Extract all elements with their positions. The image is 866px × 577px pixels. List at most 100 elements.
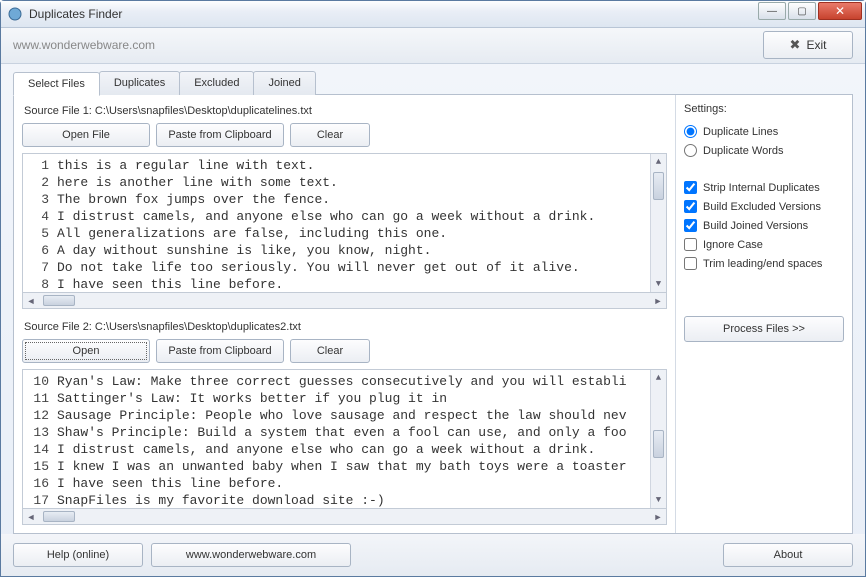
about-button[interactable]: About [723, 543, 853, 567]
footer: Help (online) www.wonderwebware.com Abou… [1, 534, 865, 576]
source2-textarea[interactable]: 10Ryan's Law: Make three correct guesses… [22, 369, 667, 509]
check-strip-internal[interactable]: Strip Internal Duplicates [684, 181, 844, 194]
app-icon [7, 6, 23, 22]
line-number: 12 [27, 408, 57, 425]
exit-label: Exit [806, 38, 826, 52]
source1-open-button[interactable]: Open File [22, 123, 150, 147]
radio-duplicate-lines[interactable]: Duplicate Lines [684, 125, 844, 138]
check-label: Ignore Case [703, 239, 763, 251]
check-label: Build Joined Versions [703, 220, 808, 232]
window-title: Duplicates Finder [29, 7, 122, 21]
tabstrip: Select Files Duplicates Excluded Joined [1, 64, 865, 94]
source-line[interactable]: 6A day without sunshine is like, you kno… [27, 243, 666, 260]
source2-clear-button[interactable]: Clear [290, 339, 370, 363]
tab-excluded[interactable]: Excluded [179, 71, 254, 95]
minimize-button[interactable]: — [758, 2, 786, 20]
source-line[interactable]: 16I have seen this line before. [27, 476, 666, 493]
source2-hscroll[interactable]: ◄ ► [22, 509, 667, 525]
source2-vscroll[interactable]: ▲ ▼ [650, 370, 666, 508]
tab-duplicates[interactable]: Duplicates [99, 71, 180, 95]
check-build-joined[interactable]: Build Joined Versions [684, 219, 844, 232]
maximize-button[interactable]: ▢ [788, 2, 816, 20]
scroll-right-icon[interactable]: ► [650, 293, 666, 308]
process-files-button[interactable]: Process Files >> [684, 316, 844, 342]
check-build-excluded[interactable]: Build Excluded Versions [684, 200, 844, 213]
source-line[interactable]: 12Sausage Principle: People who love sau… [27, 408, 666, 425]
source-line[interactable]: 2here is another line with some text. [27, 175, 666, 192]
source2-label: Source File 2: C:\Users\snapfiles\Deskto… [24, 321, 667, 333]
close-icon: ✖ [790, 37, 801, 53]
line-number: 6 [27, 243, 57, 260]
line-text: Do not take life too seriously. You will… [57, 260, 666, 277]
close-button[interactable]: ✕ [818, 2, 862, 20]
line-number: 7 [27, 260, 57, 277]
source1-clear-button[interactable]: Clear [290, 123, 370, 147]
scroll-up-icon[interactable]: ▲ [651, 370, 666, 386]
settings-heading: Settings: [684, 103, 844, 115]
source-line[interactable]: 15I knew I was an unwanted baby when I s… [27, 459, 666, 476]
check-label: Strip Internal Duplicates [703, 182, 820, 194]
line-text: The brown fox jumps over the fence. [57, 192, 666, 209]
source-line[interactable]: 14I distrust camels, and anyone else who… [27, 442, 666, 459]
line-text: here is another line with some text. [57, 175, 666, 192]
website-button[interactable]: www.wonderwebware.com [151, 543, 351, 567]
line-number: 4 [27, 209, 57, 226]
source-line[interactable]: 4I distrust camels, and anyone else who … [27, 209, 666, 226]
exit-button[interactable]: ✖ Exit [763, 31, 853, 59]
scroll-left-icon[interactable]: ◄ [23, 509, 39, 524]
source2-paste-button[interactable]: Paste from Clipboard [156, 339, 284, 363]
line-text: All generalizations are false, including… [57, 226, 666, 243]
source-line[interactable]: 8I have seen this line before. [27, 277, 666, 293]
tab-joined[interactable]: Joined [253, 71, 315, 95]
source-line[interactable]: 17SnapFiles is my favorite download site… [27, 493, 666, 509]
source1-hscroll[interactable]: ◄ ► [22, 293, 667, 309]
scroll-thumb[interactable] [653, 430, 664, 458]
line-number: 3 [27, 192, 57, 209]
source1-textarea[interactable]: 1this is a regular line with text.2here … [22, 153, 667, 293]
line-text: I distrust camels, and anyone else who c… [57, 442, 666, 459]
line-number: 13 [27, 425, 57, 442]
source-line[interactable]: 5All generalizations are false, includin… [27, 226, 666, 243]
scroll-thumb[interactable] [653, 172, 664, 200]
scroll-left-icon[interactable]: ◄ [23, 293, 39, 308]
scroll-thumb[interactable] [43, 295, 75, 306]
scroll-right-icon[interactable]: ► [650, 509, 666, 524]
source1-paste-button[interactable]: Paste from Clipboard [156, 123, 284, 147]
line-text: Ryan's Law: Make three correct guesses c… [57, 374, 666, 391]
help-button[interactable]: Help (online) [13, 543, 143, 567]
check-label: Trim leading/end spaces [703, 258, 822, 270]
line-text: Sattinger's Law: It works better if you … [57, 391, 666, 408]
check-ignore-case[interactable]: Ignore Case [684, 238, 844, 251]
scroll-thumb[interactable] [43, 511, 75, 522]
scroll-down-icon[interactable]: ▼ [651, 492, 666, 508]
radio-duplicate-words[interactable]: Duplicate Words [684, 144, 844, 157]
tab-select-files[interactable]: Select Files [13, 72, 100, 96]
source-line[interactable]: 13Shaw's Principle: Build a system that … [27, 425, 666, 442]
source-line[interactable]: 3The brown fox jumps over the fence. [27, 192, 666, 209]
radio-label: Duplicate Words [703, 145, 784, 157]
source-line[interactable]: 10Ryan's Law: Make three correct guesses… [27, 374, 666, 391]
titlebar: Duplicates Finder — ▢ ✕ [1, 1, 865, 28]
line-number: 15 [27, 459, 57, 476]
source1-label: Source File 1: C:\Users\snapfiles\Deskto… [24, 105, 667, 117]
line-number: 5 [27, 226, 57, 243]
line-text: Sausage Principle: People who love sausa… [57, 408, 666, 425]
toolbar: www.wonderwebware.com ✖ Exit [1, 28, 865, 64]
source2-open-button[interactable]: Open [22, 339, 150, 363]
check-label: Build Excluded Versions [703, 201, 821, 213]
source-line[interactable]: 11Sattinger's Law: It works better if yo… [27, 391, 666, 408]
scroll-down-icon[interactable]: ▼ [651, 276, 666, 292]
scroll-up-icon[interactable]: ▲ [651, 154, 666, 170]
line-number: 16 [27, 476, 57, 493]
line-number: 17 [27, 493, 57, 509]
source1-vscroll[interactable]: ▲ ▼ [650, 154, 666, 292]
line-number: 1 [27, 158, 57, 175]
source-line[interactable]: 1this is a regular line with text. [27, 158, 666, 175]
check-trim-spaces[interactable]: Trim leading/end spaces [684, 257, 844, 270]
line-text: I distrust camels, and anyone else who c… [57, 209, 666, 226]
line-number: 10 [27, 374, 57, 391]
source-line[interactable]: 7Do not take life too seriously. You wil… [27, 260, 666, 277]
toolbar-url: www.wonderwebware.com [13, 38, 155, 52]
line-text: I knew I was an unwanted baby when I saw… [57, 459, 666, 476]
line-text: Shaw's Principle: Build a system that ev… [57, 425, 666, 442]
